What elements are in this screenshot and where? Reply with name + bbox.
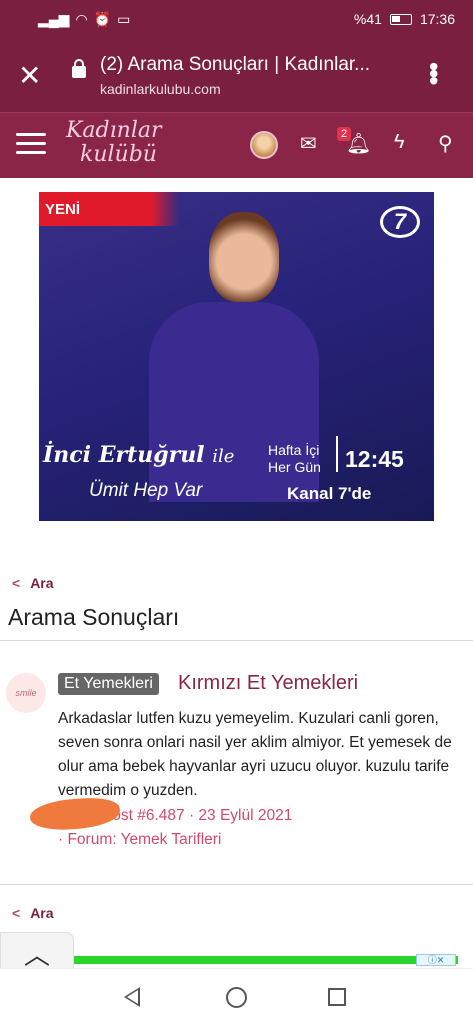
breadcrumb-label: Ara bbox=[30, 575, 54, 591]
ad-time: 12:45 bbox=[345, 446, 404, 472]
battery-icon bbox=[389, 13, 412, 25]
user-avatar[interactable] bbox=[250, 131, 278, 159]
chevron-left-icon: < bbox=[12, 905, 21, 921]
site-header: Kadınlar kulübü ✉ 2 🔔︎ ϟ ⚲ bbox=[0, 112, 473, 178]
tv-ad-banner[interactable]: YENİ 7 İnci Ertuğrul ile Ümit Hep Var Ha… bbox=[39, 192, 434, 521]
chevron-left-icon: < bbox=[12, 575, 21, 591]
search-result: smile Et Yemekleri Kırmızı Et Yemekleri … bbox=[0, 641, 473, 884]
result-title[interactable]: Kırmızı Et Yemekleri bbox=[178, 672, 358, 695]
recent-apps-icon[interactable] bbox=[328, 988, 346, 1006]
url-domain[interactable]: kadinlarkulubu.com bbox=[100, 81, 221, 97]
redacted-scribble bbox=[29, 795, 121, 833]
battery-percent: %41 bbox=[353, 11, 382, 27]
status-icons-right: %41 17:36 bbox=[354, 11, 455, 27]
signal-icon: ▂▄▆ bbox=[38, 11, 70, 27]
breadcrumb-label: Ara bbox=[30, 905, 54, 921]
channel-logo: 7 bbox=[380, 206, 420, 238]
bell-icon[interactable]: 🔔︎ bbox=[346, 131, 371, 156]
lightning-icon[interactable]: ϟ bbox=[394, 131, 405, 154]
menu-icon[interactable] bbox=[16, 133, 46, 155]
logo-line-2: kulübü bbox=[80, 142, 157, 167]
ad-channel: Kanal 7'de bbox=[287, 484, 372, 503]
search-icon[interactable]: ⚲ bbox=[438, 131, 453, 156]
ad-schedule: Hafta İçi Her Gün bbox=[268, 442, 321, 475]
ad-host-name: İnci Ertuğrul ile bbox=[43, 442, 235, 468]
author-avatar[interactable]: smile bbox=[6, 673, 46, 713]
bottom-ad-strip[interactable] bbox=[74, 956, 458, 964]
back-icon[interactable] bbox=[124, 987, 140, 1007]
site-logo[interactable]: Kadınlar kulübü bbox=[66, 119, 162, 167]
notification-icon: ▭ bbox=[117, 11, 131, 27]
ad-show-name: Ümit Hep Var bbox=[89, 480, 203, 501]
browser-toolbar: ✕ (2) Arama Sonuçları | Kadınlar... kadi… bbox=[0, 40, 473, 112]
ad-choices-icon[interactable]: ⓘ✕ bbox=[416, 954, 456, 966]
chevron-up-icon: ︿ bbox=[23, 940, 50, 970]
wifi-icon: ◠ bbox=[75, 11, 88, 27]
breadcrumb-top[interactable]: < Ara bbox=[12, 575, 54, 591]
page-title-bar[interactable]: (2) Arama Sonuçları | Kadınlar... bbox=[100, 54, 400, 76]
lock-icon[interactable] bbox=[72, 59, 86, 78]
clock: 17:36 bbox=[419, 11, 455, 27]
result-forum-link[interactable]: · Forum: Yemek Tarifleri bbox=[58, 831, 221, 849]
logo-line-1: Kadınlar bbox=[66, 118, 162, 143]
home-icon[interactable] bbox=[226, 987, 247, 1008]
close-icon[interactable]: ✕ bbox=[18, 62, 41, 90]
result-snippet: Arkadaslar lutfen kuzu yemeyelim. Kuzula… bbox=[58, 710, 452, 799]
status-icons-left: ▂▄▆ ◠ ⏰ ▭ bbox=[38, 11, 130, 28]
breadcrumb-bottom[interactable]: < Ara bbox=[12, 905, 54, 921]
category-tag[interactable]: Et Yemekleri bbox=[58, 673, 159, 695]
status-bar: ▂▄▆ ◠ ⏰ ▭ %41 17:36 bbox=[0, 0, 473, 40]
system-nav-bar bbox=[0, 968, 473, 1024]
ad-divider bbox=[336, 436, 338, 472]
ad-badge: YENİ bbox=[45, 201, 81, 218]
alarm-icon: ⏰ bbox=[93, 11, 112, 27]
page-title: Arama Sonuçları bbox=[8, 604, 180, 630]
mail-icon[interactable]: ✉ bbox=[300, 131, 317, 156]
more-options-icon[interactable]: ••• bbox=[418, 62, 449, 83]
divider bbox=[0, 884, 473, 885]
